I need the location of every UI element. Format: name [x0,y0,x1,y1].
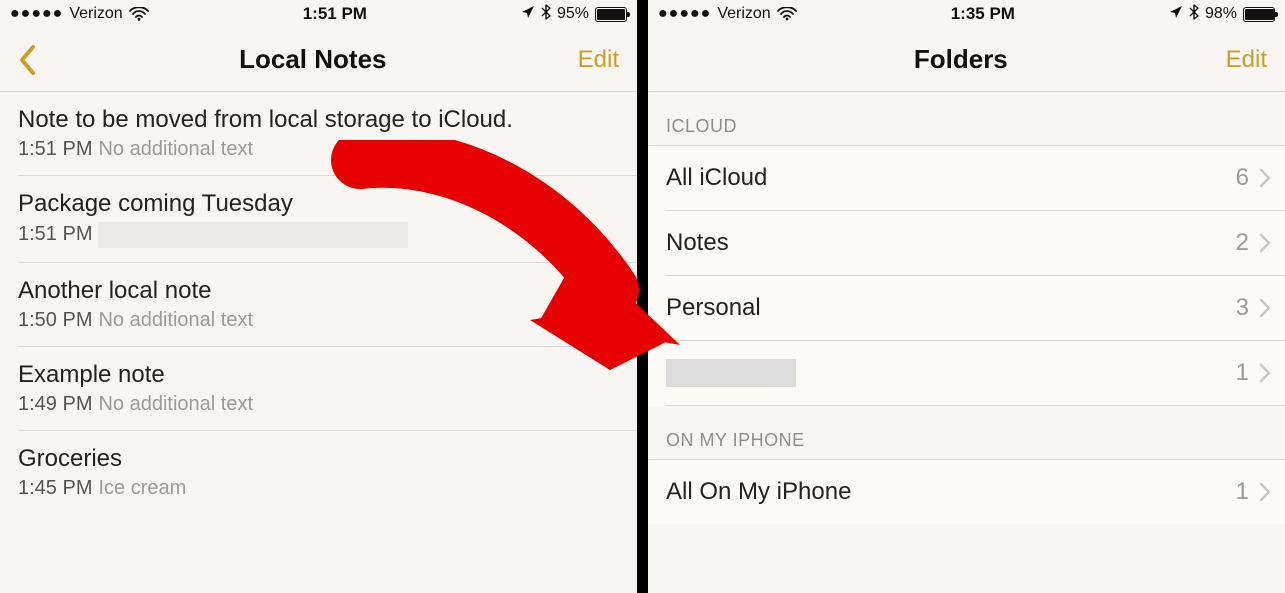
status-bar: ●●●●● Verizon 1:51 PM 95% [0,0,637,28]
phone-left-local-notes: ●●●●● Verizon 1:51 PM 95% Local Notes Ed… [0,0,637,593]
page-title: Local Notes [48,44,578,75]
edit-button[interactable]: Edit [578,46,619,74]
note-meta: 1:49 PMNo additional text [18,393,621,416]
status-right: 95% [521,4,627,24]
folder-count: 6 [1236,164,1249,192]
note-preview: No additional text [98,138,253,160]
folder-count: 1 [1236,359,1249,387]
folder-item[interactable]: 1 [666,341,1285,406]
page-title: Folders [696,44,1226,75]
folder-name: Notes [666,229,729,257]
status-left: ●●●●● Verizon [658,5,797,23]
notes-list: Note to be moved from local storage to i… [0,92,637,514]
note-item[interactable]: Groceries 1:45 PMIce cream [18,431,637,514]
chevron-right-icon [1259,298,1271,318]
folder-name: Personal [666,294,761,322]
section-header-icloud: ICLOUD [648,92,1285,145]
chevron-right-icon [1259,233,1271,253]
note-title: Note to be moved from local storage to i… [18,106,621,134]
note-item[interactable]: Example note 1:49 PMNo additional text [18,347,637,431]
folder-count: 1 [1236,478,1249,506]
folder-item[interactable]: All On My iPhone 1 [666,460,1285,524]
folder-count: 3 [1236,294,1249,322]
nav-bar: Local Notes Edit [0,28,637,92]
note-title: Groceries [18,445,621,473]
clock: 1:35 PM [951,4,1015,24]
battery-icon [1243,7,1275,22]
battery-percent: 98% [1205,5,1237,23]
nav-bar: Folders Edit [648,28,1285,92]
redacted-block [98,222,408,248]
edit-button[interactable]: Edit [1226,46,1267,74]
back-button[interactable] [18,44,48,76]
folder-item[interactable]: Personal 3 [666,276,1285,341]
signal-dots-icon: ●●●●● [10,5,63,23]
clock: 1:51 PM [303,4,367,24]
note-preview: No additional text [98,393,253,415]
folder-list-iphone: All On My iPhone 1 [648,459,1285,524]
status-right: 98% [1169,4,1275,24]
chevron-right-icon [1259,168,1271,188]
section-header-onmyiphone: ON MY IPHONE [648,406,1285,459]
wifi-icon [129,7,149,21]
note-item[interactable]: Another local note 1:50 PMNo additional … [18,263,637,347]
status-left: ●●●●● Verizon [10,5,149,23]
redacted-block [666,359,796,387]
vertical-divider [637,0,648,593]
note-preview: No additional text [98,309,253,331]
location-icon [1169,5,1183,23]
signal-dots-icon: ●●●●● [658,5,711,23]
note-meta: 1:45 PMIce cream [18,477,621,500]
bluetooth-icon [1189,4,1199,24]
chevron-right-icon [1259,482,1271,502]
phone-right-folders: ●●●●● Verizon 1:35 PM 98% Folders Edit I… [648,0,1285,593]
note-title: Another local note [18,277,621,305]
note-meta: 1:51 PMNo additional text [18,138,621,161]
note-item[interactable]: Package coming Tuesday 1:51 PM [18,176,637,263]
status-bar: ●●●●● Verizon 1:35 PM 98% [648,0,1285,28]
folder-name: All iCloud [666,164,767,192]
carrier-label: Verizon [69,5,122,23]
note-meta: 1:51 PM [18,222,621,248]
bluetooth-icon [541,4,551,24]
note-preview: Ice cream [98,477,186,499]
note-item[interactable]: Note to be moved from local storage to i… [18,92,637,176]
note-title: Package coming Tuesday [18,190,621,218]
wifi-icon [777,7,797,21]
note-meta: 1:50 PMNo additional text [18,309,621,332]
folder-name: All On My iPhone [666,478,851,506]
battery-percent: 95% [557,5,589,23]
chevron-right-icon [1259,363,1271,383]
battery-icon [595,7,627,22]
carrier-label: Verizon [717,5,770,23]
folder-count: 2 [1236,229,1249,257]
folder-list-icloud: All iCloud 6 Notes 2 Personal 3 1 [648,145,1285,406]
folder-item[interactable]: Notes 2 [666,211,1285,276]
folder-item[interactable]: All iCloud 6 [666,146,1285,211]
location-icon [521,5,535,23]
note-title: Example note [18,361,621,389]
